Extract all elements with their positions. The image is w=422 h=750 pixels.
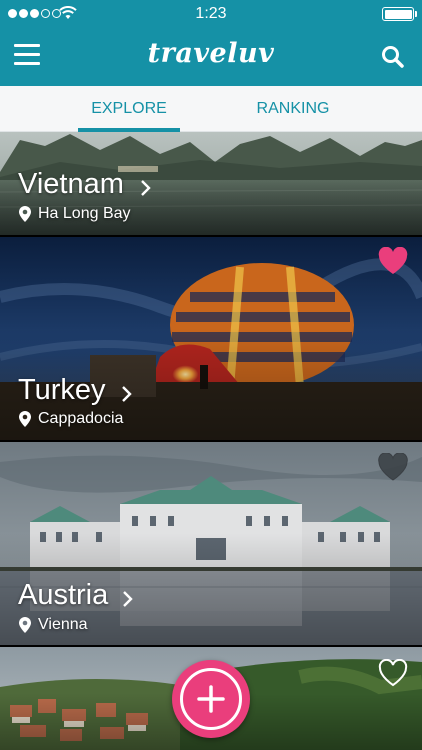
plus-icon [197,685,225,713]
destination-place: Cappadocia [38,410,124,427]
location-pin-icon [19,411,31,427]
location-pin-icon [19,617,31,633]
app-header: 1:23 traveluv [0,0,422,86]
add-button[interactable] [172,660,250,738]
destination-card-vietnam[interactable]: Vietnam Ha Long Bay [0,132,422,235]
destination-place: Vienna [38,616,88,633]
tab-ranking[interactable]: RANKING [240,86,346,132]
app-title: traveluv [147,38,275,69]
status-bar: 1:23 [0,0,422,28]
battery-icon [382,7,417,21]
chevron-right-icon [122,386,132,402]
destination-country: Turkey [18,374,106,406]
destination-place: Ha Long Bay [38,205,131,222]
status-time: 1:23 [195,5,227,22]
chevron-right-icon [141,180,151,196]
tab-explore[interactable]: EXPLORE [78,86,180,132]
search-icon[interactable] [380,44,406,70]
destination-country: Austria [18,579,109,611]
destination-country: Vietnam [18,168,124,200]
photo-shade [0,442,422,645]
heart-icon[interactable] [378,247,408,275]
heart-icon[interactable] [378,453,408,481]
location-pin-icon [19,206,31,222]
tab-bar: EXPLORE RANKING [0,86,422,132]
chevron-right-icon [123,591,133,607]
destination-card-austria[interactable]: Austria Vienna [0,442,422,645]
destination-card-turkey[interactable]: Turkey Cappadocia [0,237,422,440]
heart-icon[interactable] [378,659,408,687]
